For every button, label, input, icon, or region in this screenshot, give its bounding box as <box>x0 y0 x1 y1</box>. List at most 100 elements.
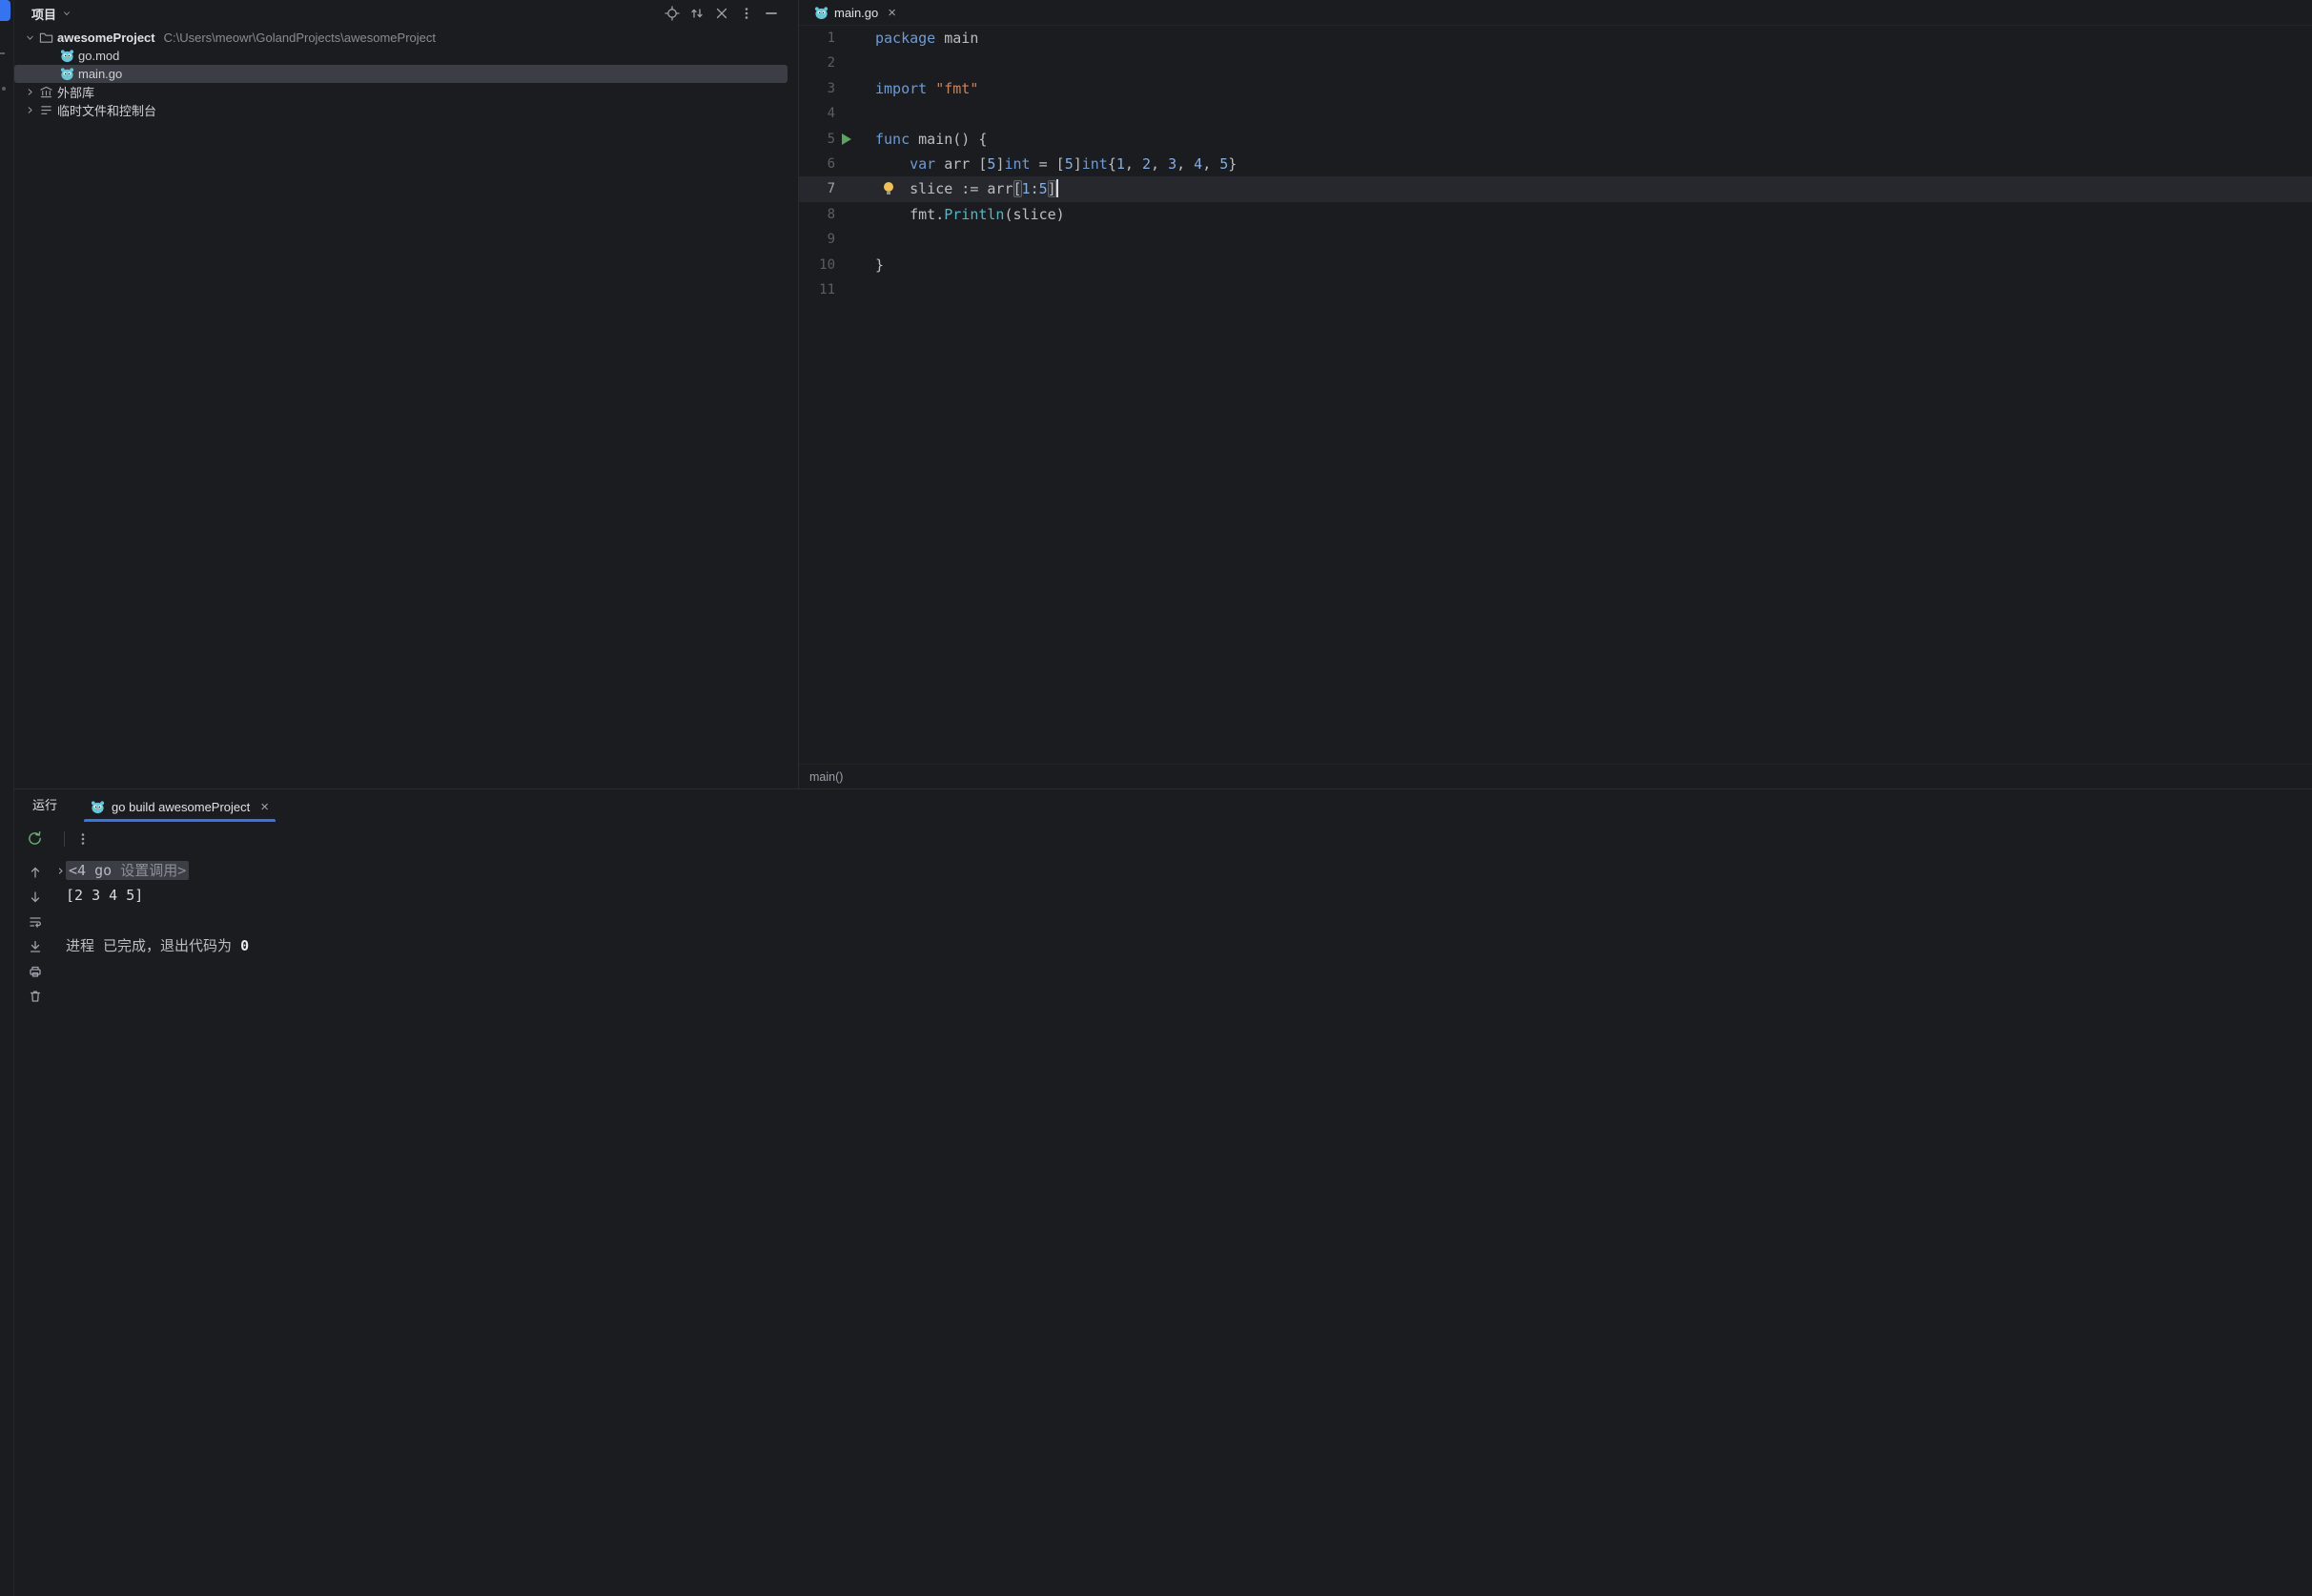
project-tree: awesomeProject C:\Users\meowr\GolandProj… <box>14 25 798 119</box>
clear-icon[interactable] <box>27 989 44 1004</box>
upper-area: 项目 <box>14 0 2312 789</box>
code-line[interactable]: 4 <box>799 101 2312 126</box>
chevron-collapsed-icon[interactable] <box>24 103 35 118</box>
project-panel-title[interactable]: 项目 <box>31 5 56 23</box>
close-icon[interactable]: × <box>260 800 269 814</box>
code-editor[interactable]: 1package main23import "fmt"45func main()… <box>799 26 2312 764</box>
code-token: import <box>875 80 927 97</box>
code-token: int <box>1004 155 1030 173</box>
console-output[interactable]: › <4 go 设置调用> [2 3 4 5] 进程 已完成，退出代码为 0 <box>56 855 2312 1596</box>
console-blank-line <box>56 909 2312 933</box>
code-text: package main <box>873 26 2312 51</box>
code-line[interactable]: 10} <box>799 253 2312 277</box>
tree-item-scratches[interactable]: 临时文件和控制台 <box>14 101 788 119</box>
go-file-icon <box>91 800 105 814</box>
run-tool-window-title[interactable]: 运行 <box>32 795 57 822</box>
code-token: { <box>1108 155 1116 173</box>
code-token: , <box>1151 155 1168 173</box>
locate-icon[interactable] <box>665 6 680 21</box>
line-number[interactable]: 1 <box>799 26 835 51</box>
hide-icon[interactable] <box>764 6 779 21</box>
run-tab[interactable]: go build awesomeProject × <box>84 800 276 822</box>
editor-gutter[interactable]: 3 <box>799 76 873 101</box>
expand-collapse-icon[interactable] <box>689 6 705 21</box>
editor-gutter[interactable]: 10 <box>799 253 873 277</box>
go-file-icon <box>60 67 74 81</box>
editor-gutter[interactable]: 4 <box>799 101 873 126</box>
more-icon[interactable] <box>739 6 754 21</box>
fold-expander-icon[interactable]: › <box>56 858 66 883</box>
line-number[interactable]: 11 <box>799 277 835 302</box>
breadcrumb-item[interactable]: main() <box>809 770 843 784</box>
line-number[interactable]: 4 <box>799 101 835 126</box>
code-text <box>873 277 2312 302</box>
project-tool-window: 项目 <box>14 0 799 788</box>
line-number[interactable]: 3 <box>799 76 835 101</box>
line-number[interactable]: 2 <box>799 51 835 75</box>
editor-tab-label: main.go <box>834 6 878 20</box>
code-line[interactable]: 8 fmt.Println(slice) <box>799 202 2312 227</box>
line-number[interactable]: 8 <box>799 202 835 227</box>
editor-gutter[interactable]: 1 <box>799 26 873 51</box>
line-number[interactable]: 7 <box>799 176 835 201</box>
tree-item-maingo[interactable]: main.go <box>14 65 788 83</box>
tree-item-root[interactable]: awesomeProject C:\Users\meowr\GolandProj… <box>14 29 788 47</box>
exit-text: 进程 已完成，退出代码为 <box>66 937 240 954</box>
stripe-divider <box>0 52 5 54</box>
code-token: main <box>935 30 978 47</box>
editor-gutter[interactable]: 8 <box>799 202 873 227</box>
tree-item-external-libraries[interactable]: 外部库 <box>14 83 788 101</box>
editor-gutter[interactable]: 9 <box>799 227 873 252</box>
console-command-line[interactable]: › <4 go 设置调用> <box>56 858 2312 883</box>
scroll-end-icon[interactable] <box>27 939 44 954</box>
editor-gutter[interactable]: 7 <box>799 176 873 201</box>
editor-area: main.go × 1package main23import "fmt"45f… <box>799 0 2312 788</box>
editor-gutter[interactable]: 2 <box>799 51 873 75</box>
code-token: 3 <box>1168 155 1176 173</box>
editor-tab-maingo[interactable]: main.go × <box>807 0 904 25</box>
chevron-down-icon[interactable] <box>61 6 72 21</box>
code-line[interactable]: 2 <box>799 51 2312 75</box>
soft-wrap-icon[interactable] <box>27 914 44 930</box>
editor-gutter[interactable]: 6 <box>799 152 873 176</box>
code-token: arr [ <box>935 155 987 173</box>
tree-item-gomod[interactable]: go.mod <box>14 47 788 65</box>
chevron-collapsed-icon[interactable] <box>24 85 35 100</box>
scratches-icon <box>39 103 53 117</box>
code-token: 2 <box>1142 155 1151 173</box>
collapse-all-icon[interactable] <box>714 6 729 21</box>
chevron-expanded-icon[interactable] <box>24 31 35 46</box>
print-icon[interactable] <box>27 964 44 979</box>
code-line[interactable]: 9 <box>799 227 2312 252</box>
rerun-icon[interactable] <box>27 830 43 847</box>
line-number[interactable]: 9 <box>799 227 835 252</box>
down-arrow-icon[interactable] <box>27 890 44 905</box>
up-arrow-icon[interactable] <box>27 865 44 880</box>
code-token: [ <box>1013 180 1022 197</box>
caret <box>1056 179 1058 197</box>
line-number[interactable]: 10 <box>799 253 835 277</box>
code-line[interactable]: 5func main() { <box>799 127 2312 152</box>
code-line[interactable]: 3import "fmt" <box>799 76 2312 101</box>
folded-command-chip[interactable]: <4 go 设置调用> <box>66 861 189 880</box>
code-line[interactable]: 11 <box>799 277 2312 302</box>
code-token <box>875 155 910 173</box>
editor-gutter[interactable]: 5 <box>799 127 873 152</box>
kebab-icon[interactable] <box>75 831 91 847</box>
editor-gutter[interactable]: 11 <box>799 277 873 302</box>
project-stripe-icon[interactable] <box>0 0 10 21</box>
code-line[interactable]: 6 var arr [5]int = [5]int{1, 2, 3, 4, 5} <box>799 152 2312 176</box>
code-line[interactable]: 1 package main <box>799 26 2312 51</box>
close-icon[interactable]: × <box>888 6 896 20</box>
line-number[interactable]: 6 <box>799 152 835 176</box>
run-gutter-icon[interactable] <box>842 133 851 145</box>
exit-code: 0 <box>240 937 249 954</box>
code-token: slice := arr <box>875 180 1013 197</box>
code-token: 1 <box>1022 180 1031 197</box>
code-line[interactable]: 7 slice := arr[1:5] <box>799 176 2312 201</box>
run-tool-window: 运行 go build awesomeProject × <box>14 789 2312 1596</box>
ide-window: 项目 <box>0 0 2312 1596</box>
code-token: 5 <box>1065 155 1074 173</box>
line-number[interactable]: 5 <box>799 127 835 152</box>
folded-command-bright: <4 go <box>69 862 120 879</box>
